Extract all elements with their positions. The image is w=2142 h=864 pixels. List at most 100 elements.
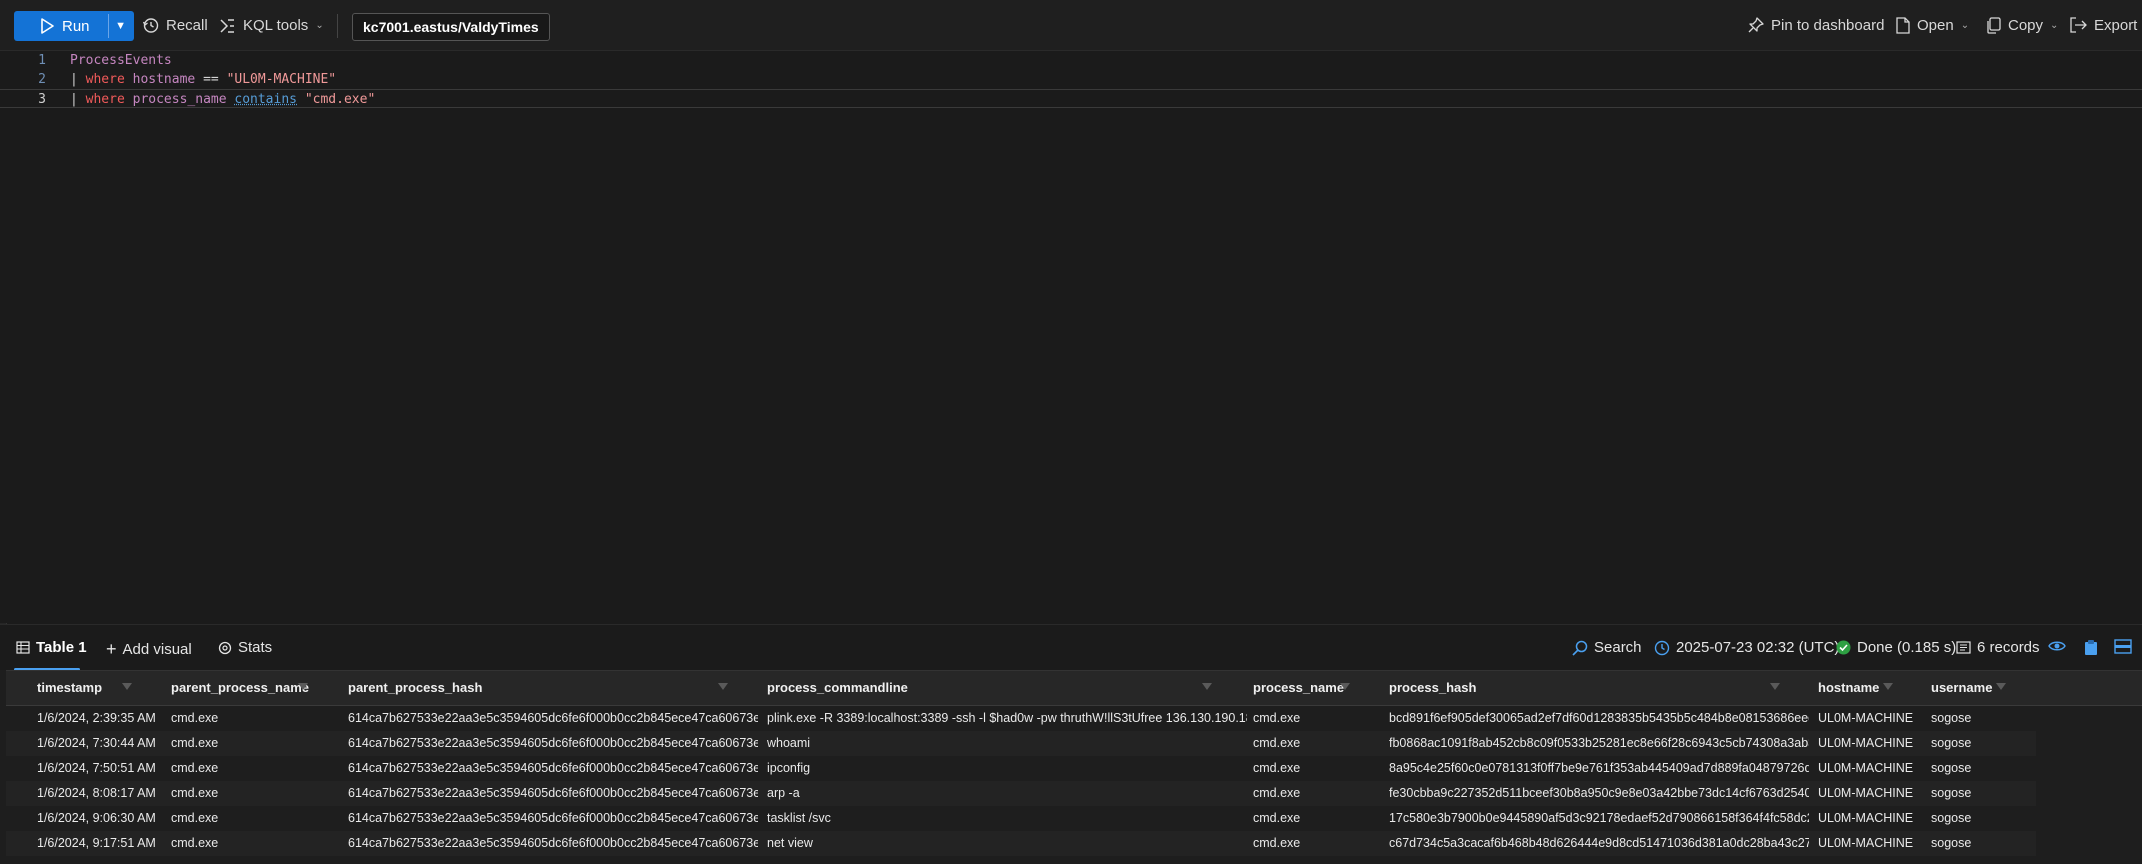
cell-parent-process-name[interactable]: cmd.exe <box>171 756 341 781</box>
tab-add-visual[interactable]: + Add visual <box>106 639 192 660</box>
query-status: Done (0.185 s) <box>1836 639 1956 656</box>
cell-process-hash[interactable]: fb0868ac1091f8ab452cb8c09f0533b25281ec8e… <box>1389 731 1809 756</box>
pin-to-dashboard-button[interactable]: Pin to dashboard <box>1748 13 1884 37</box>
line-number: 1 <box>38 53 46 68</box>
visibility-toggle[interactable] <box>2048 639 2066 653</box>
connection-selector[interactable]: kc7001.eastus/ValdyTimes <box>352 13 550 41</box>
cell-process-hash[interactable]: 17c580e3b7900b0e9445890af5d3c92178edaef5… <box>1389 806 1809 831</box>
cell-process-commandline[interactable]: tasklist /svc <box>767 806 1247 831</box>
run-button-group[interactable]: Run ▼ <box>14 11 134 41</box>
cell-process-name[interactable]: cmd.exe <box>1253 706 1383 731</box>
clipboard-button[interactable] <box>2084 639 2098 656</box>
table-row[interactable]: 1/6/2024, 7:50:51 AM cmd.exe 614ca7b627533… <box>6 756 2036 781</box>
table-row[interactable]: 1/6/2024, 2:39:35 AM cmd.exe 614ca7b627533… <box>6 706 2036 731</box>
filter-icon[interactable] <box>1996 683 2006 690</box>
open-button[interactable]: Open ⌄ <box>1896 13 1969 37</box>
filter-icon[interactable] <box>1770 683 1780 690</box>
layout-toggle[interactable] <box>2114 639 2132 654</box>
cell-timestamp[interactable]: 1/6/2024, 7:30:44 AM <box>37 731 165 756</box>
cell-username[interactable]: sogose <box>1931 831 2041 856</box>
cell-process-hash[interactable]: fe30cbba9c227352d511bceef30b8a950c9e8e03… <box>1389 781 1809 806</box>
cell-process-name[interactable]: cmd.exe <box>1253 731 1383 756</box>
cell-parent-process-name[interactable]: cmd.exe <box>171 731 341 756</box>
chevron-down-icon: ▼ <box>115 20 126 32</box>
line-number: 2 <box>38 72 46 87</box>
cell-parent-process-hash[interactable]: 614ca7b627533e22aa3e5c3594605dc6fe6f000b… <box>348 806 758 831</box>
run-button[interactable]: Run <box>14 11 108 41</box>
column-header-parent-process-hash[interactable]: parent_process_hash <box>348 671 482 705</box>
filter-icon[interactable] <box>298 683 308 690</box>
column-header-process-hash[interactable]: process_hash <box>1389 671 1476 705</box>
cell-parent-process-hash[interactable]: 614ca7b627533e22aa3e5c3594605dc6fe6f000b… <box>348 831 758 856</box>
cell-process-commandline[interactable]: arp -a <box>767 781 1247 806</box>
copy-button[interactable]: Copy ⌄ <box>1986 13 2058 37</box>
cell-timestamp[interactable]: 1/6/2024, 2:39:35 AM <box>37 706 165 731</box>
filter-icon[interactable] <box>1340 683 1350 690</box>
cell-username[interactable]: sogose <box>1931 706 2041 731</box>
cell-username[interactable]: sogose <box>1931 731 2041 756</box>
cell-process-hash[interactable]: bcd891f6ef905def30065ad2ef7df60d1283835b… <box>1389 706 1809 731</box>
filter-icon[interactable] <box>122 683 132 690</box>
cell-timestamp[interactable]: 1/6/2024, 9:06:30 AM <box>37 806 165 831</box>
table-row[interactable]: 1/6/2024, 9:06:30 AM cmd.exe 614ca7b627533… <box>6 806 2036 831</box>
cell-parent-process-name[interactable]: cmd.exe <box>171 706 341 731</box>
tab-stats[interactable]: Stats <box>218 639 272 656</box>
filter-icon[interactable] <box>1202 683 1212 690</box>
column-header-username[interactable]: username <box>1931 671 1992 705</box>
cell-process-hash[interactable]: 8a95c4e25f60c0e0781313f0ff7be9e761f353ab… <box>1389 756 1809 781</box>
cell-process-commandline[interactable]: whoami <box>767 731 1247 756</box>
tab-table-1[interactable]: Table 1 <box>16 639 87 656</box>
chevron-down-icon: ⌄ <box>2050 19 2059 31</box>
cell-process-name[interactable]: cmd.exe <box>1253 806 1383 831</box>
cell-hostname[interactable]: UL0M-MACHINE <box>1818 706 1926 731</box>
filter-icon[interactable] <box>1883 683 1893 690</box>
operator-token: == <box>203 72 219 87</box>
recall-button[interactable]: Recall <box>142 13 208 37</box>
cell-parent-process-name[interactable]: cmd.exe <box>171 831 341 856</box>
cell-username[interactable]: sogose <box>1931 806 2041 831</box>
editor-line-current[interactable]: 3 | where process_name contains "cmd.exe… <box>0 89 2142 108</box>
cell-process-name[interactable]: cmd.exe <box>1253 831 1383 856</box>
cell-process-hash[interactable]: c67d734c5a3cacaf6b468b48d626444e9d8cd514… <box>1389 831 1809 856</box>
kql-tools-button[interactable]: KQL tools ⌄ <box>219 13 324 37</box>
cell-parent-process-name[interactable]: cmd.exe <box>171 806 341 831</box>
code-text: | where hostname == "UL0M-MACHINE" <box>70 70 336 89</box>
cell-username[interactable]: sogose <box>1931 781 2041 806</box>
cell-process-commandline[interactable]: net view <box>767 831 1247 856</box>
column-header-process-commandline[interactable]: process_commandline <box>767 671 908 705</box>
cell-process-name[interactable]: cmd.exe <box>1253 756 1383 781</box>
table-row[interactable]: 1/6/2024, 7:30:44 AM cmd.exe 614ca7b627533… <box>6 731 2036 756</box>
column-header-parent-process-name[interactable]: parent_process_name <box>171 671 309 705</box>
query-editor[interactable]: 1 ProcessEvents 2 | where hostname == "U… <box>0 51 2142 623</box>
cell-timestamp[interactable]: 1/6/2024, 8:08:17 AM <box>37 781 165 806</box>
cell-hostname[interactable]: UL0M-MACHINE <box>1818 831 1926 856</box>
cell-hostname[interactable]: UL0M-MACHINE <box>1818 781 1926 806</box>
results-search-button[interactable]: Search <box>1572 639 1642 656</box>
editor-line[interactable]: 2 | where hostname == "UL0M-MACHINE" <box>0 70 2142 89</box>
cell-process-name[interactable]: cmd.exe <box>1253 781 1383 806</box>
cell-parent-process-name[interactable]: cmd.exe <box>171 781 341 806</box>
cell-timestamp[interactable]: 1/6/2024, 9:17:51 AM <box>37 831 165 856</box>
cell-hostname[interactable]: UL0M-MACHINE <box>1818 806 1926 831</box>
filter-icon[interactable] <box>718 683 728 690</box>
cell-process-commandline[interactable]: plink.exe -R 3389:localhost:3389 -ssh -l… <box>767 706 1247 731</box>
cell-parent-process-hash[interactable]: 614ca7b627533e22aa3e5c3594605dc6fe6f000b… <box>348 706 758 731</box>
cell-parent-process-hash[interactable]: 614ca7b627533e22aa3e5c3594605dc6fe6f000b… <box>348 731 758 756</box>
cell-timestamp[interactable]: 1/6/2024, 7:50:51 AM <box>37 756 165 781</box>
cell-hostname[interactable]: UL0M-MACHINE <box>1818 756 1926 781</box>
editor-line[interactable]: 1 ProcessEvents <box>0 51 2142 70</box>
table-row[interactable]: 1/6/2024, 9:17:51 AM cmd.exe 614ca7b627533… <box>6 831 2036 856</box>
table-row[interactable]: 1/6/2024, 8:08:17 AM cmd.exe 614ca7b627533… <box>6 781 2036 806</box>
cell-process-commandline[interactable]: ipconfig <box>767 756 1247 781</box>
cell-parent-process-hash[interactable]: 614ca7b627533e22aa3e5c3594605dc6fe6f000b… <box>348 781 758 806</box>
cell-hostname[interactable]: UL0M-MACHINE <box>1818 731 1926 756</box>
tab-label: Add visual <box>122 641 192 658</box>
column-header-timestamp[interactable]: timestamp <box>37 671 102 705</box>
column-header-hostname[interactable]: hostname <box>1818 671 1879 705</box>
run-dropdown-button[interactable]: ▼ <box>109 11 133 41</box>
column-header-process-name[interactable]: process_name <box>1253 671 1344 705</box>
records-count: 6 records <box>1956 639 2040 656</box>
export-button[interactable]: Export <box>2070 13 2137 37</box>
cell-username[interactable]: sogose <box>1931 756 2041 781</box>
cell-parent-process-hash[interactable]: 614ca7b627533e22aa3e5c3594605dc6fe6f000b… <box>348 756 758 781</box>
